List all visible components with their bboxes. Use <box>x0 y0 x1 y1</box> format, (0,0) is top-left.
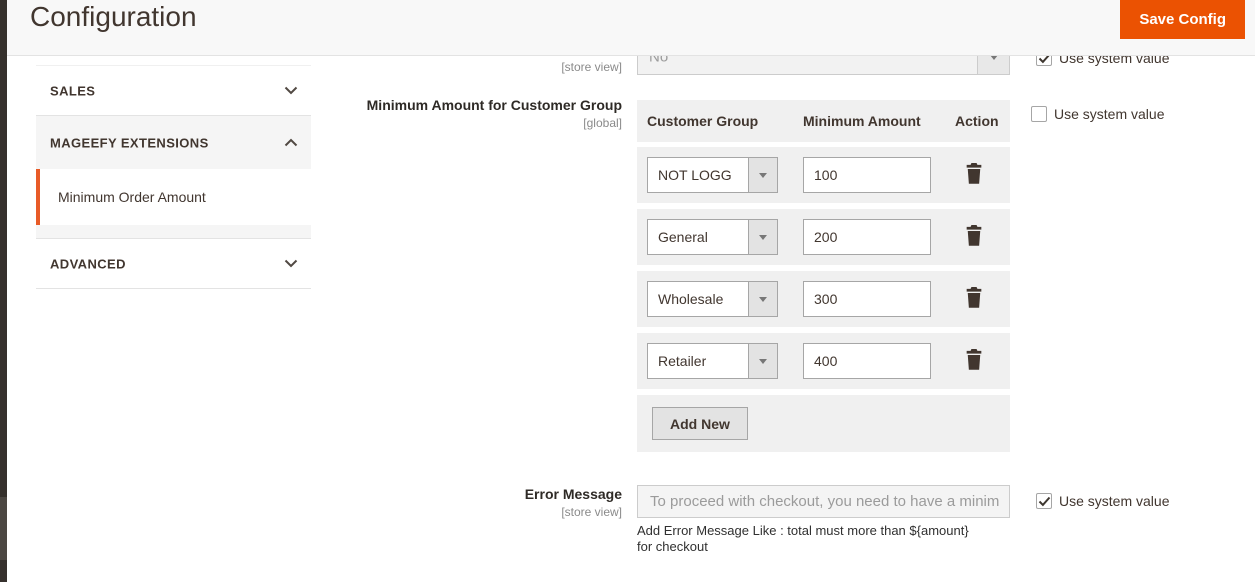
column-header-minimum-amount: Minimum Amount <box>803 113 921 129</box>
table-row: General <box>637 209 1010 265</box>
group-field-label: Minimum Amount for Customer Group [globa… <box>330 97 622 130</box>
column-header-customer-group: Customer Group <box>647 113 759 129</box>
sidebar-section-label: MAGEEFY EXTENSIONS <box>50 135 209 150</box>
use-system-value-checkbox[interactable] <box>1031 106 1047 122</box>
trash-icon <box>966 225 982 246</box>
field-scope: [store view] <box>561 505 622 519</box>
table-header: Customer Group Minimum Amount Action <box>637 100 1010 142</box>
chevron-down-icon <box>284 82 298 100</box>
customer-group-value: General <box>658 229 708 245</box>
chevron-down-icon <box>284 255 298 273</box>
customer-group-table: Customer Group Minimum Amount Action NOT… <box>637 100 1010 452</box>
use-system-value-label: Use system value <box>1059 493 1170 509</box>
error-field-label: Error Message [store view] <box>330 486 622 519</box>
sidebar-section-mageefy-extensions: MAGEEFY EXTENSIONS Minimum Order Amount <box>36 116 311 238</box>
use-system-value-checkbox[interactable] <box>1036 493 1052 509</box>
trash-icon <box>966 163 982 184</box>
trash-icon <box>966 349 982 370</box>
field-label-text: Error Message <box>524 486 622 502</box>
table-row: Wholesale <box>637 271 1010 327</box>
save-config-button[interactable]: Save Config <box>1120 0 1245 39</box>
admin-nav-strip[interactable] <box>0 0 7 582</box>
use-system-value-label: Use system value <box>1054 106 1165 122</box>
table-row: Retailer <box>637 333 1010 389</box>
chevron-down-icon <box>748 282 777 316</box>
customer-group-select[interactable]: Retailer <box>647 343 778 379</box>
use-system-value-error: Use system value <box>1036 493 1169 509</box>
field-scope: [global] <box>583 116 622 130</box>
page-title: Configuration <box>30 1 197 32</box>
customer-group-select[interactable]: Wholesale <box>647 281 778 317</box>
sidebar-section-mageefy-header[interactable]: MAGEEFY EXTENSIONS <box>36 116 311 169</box>
customer-group-select[interactable]: General <box>647 219 778 255</box>
delete-row-button[interactable] <box>963 287 985 311</box>
customer-group-value: Retailer <box>658 353 707 369</box>
column-header-action: Action <box>955 113 999 129</box>
minimum-amount-input[interactable] <box>803 281 931 317</box>
customer-group-select[interactable]: NOT LOGG <box>647 157 778 193</box>
sidebar-item-minimum-order-amount[interactable]: Minimum Order Amount <box>36 169 311 225</box>
error-field-note: Add Error Message Like : total must more… <box>637 523 969 555</box>
delete-row-button[interactable] <box>963 163 985 187</box>
use-system-value-group: Use system value <box>1031 106 1164 122</box>
sidebar-item-label: Minimum Order Amount <box>58 189 206 205</box>
chevron-down-icon <box>748 158 777 192</box>
chevron-down-icon <box>748 220 777 254</box>
minimum-amount-input[interactable] <box>803 219 931 255</box>
chevron-up-icon <box>284 134 298 152</box>
sidebar-section-sales[interactable]: SALES <box>36 65 311 116</box>
delete-row-button[interactable] <box>963 349 985 373</box>
field-label-text: Minimum Amount for Customer Group <box>366 97 622 113</box>
sidebar-section-label: ADVANCED <box>50 256 126 271</box>
table-row: NOT LOGG <box>637 147 1010 203</box>
sidebar-section-advanced[interactable]: ADVANCED <box>36 238 311 289</box>
error-message-input[interactable] <box>637 485 1010 518</box>
minimum-amount-input[interactable] <box>803 343 931 379</box>
customer-group-value: NOT LOGG <box>658 167 732 183</box>
chevron-down-icon <box>748 344 777 378</box>
config-sidebar: SALES MAGEEFY EXTENSIONS Minimum Order A… <box>36 65 311 289</box>
admin-nav-strip-segment <box>0 497 7 560</box>
top-field-scope: [store view] <box>561 60 622 74</box>
delete-row-button[interactable] <box>963 225 985 249</box>
add-new-button[interactable]: Add New <box>652 407 748 440</box>
table-add-row: Add New <box>637 395 1010 452</box>
customer-group-value: Wholesale <box>658 291 724 307</box>
minimum-amount-input[interactable] <box>803 157 931 193</box>
sidebar-section-label: SALES <box>50 83 96 98</box>
page-header: Configuration Save Config <box>7 0 1255 56</box>
trash-icon <box>966 287 982 308</box>
